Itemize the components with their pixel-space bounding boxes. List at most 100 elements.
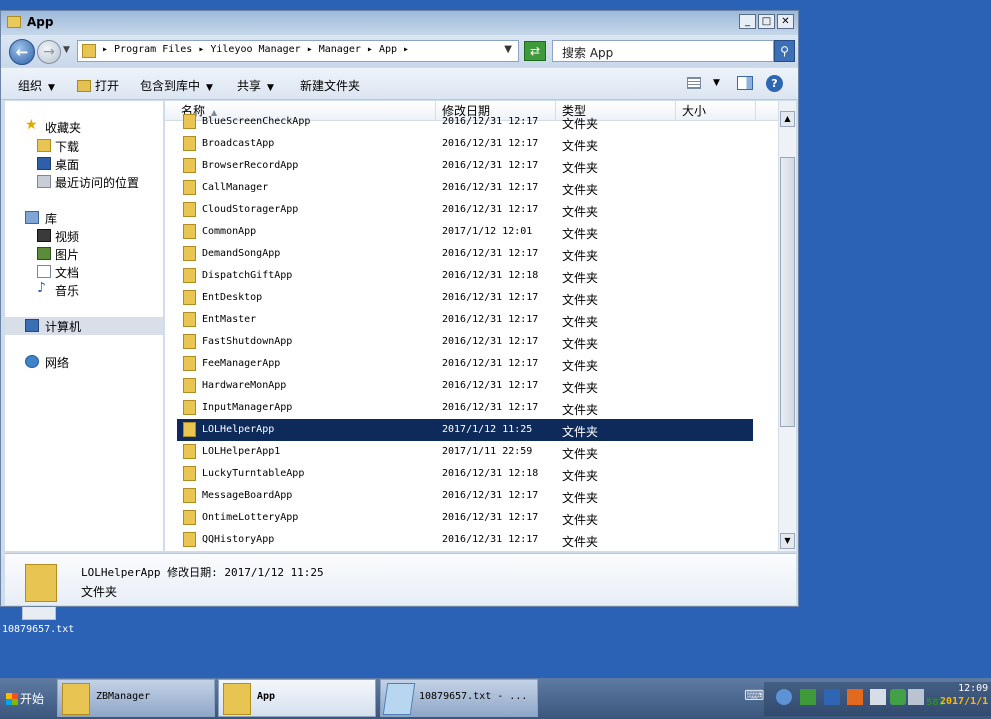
desktop-file-label[interactable]: 10879657.txt bbox=[2, 624, 74, 635]
navigation-bar: ← → ▼ ▸ Program Files ▸ Yileyoo Manager … bbox=[1, 35, 798, 67]
sidebar-item-network[interactable]: 网络 bbox=[5, 353, 163, 371]
taskbar-item-zbmanager[interactable]: ZBManager bbox=[57, 679, 215, 717]
vertical-scrollbar[interactable]: ▲ ▼ bbox=[778, 101, 796, 551]
sidebar-item-computer[interactable]: 计算机 bbox=[5, 317, 163, 335]
table-row[interactable]: OntimeLotteryApp 2016/12/31 12:17 文件夹 bbox=[177, 507, 753, 529]
new-folder-button[interactable]: 新建文件夹 bbox=[300, 77, 360, 94]
table-row[interactable]: DemandSongApp 2016/12/31 12:17 文件夹 bbox=[177, 243, 753, 265]
refresh-button[interactable]: ⇄ bbox=[524, 41, 546, 61]
text-file-icon[interactable] bbox=[22, 606, 56, 620]
view-options-icon[interactable] bbox=[687, 77, 701, 89]
table-row[interactable]: CloudStoragerApp 2016/12/31 12:17 文件夹 bbox=[177, 199, 753, 221]
history-dropdown-icon[interactable]: ▼ bbox=[63, 45, 70, 55]
system-clock[interactable]: 12:09 2017/1/1 bbox=[940, 682, 988, 708]
sidebar-item-libraries[interactable]: 库 bbox=[5, 209, 163, 227]
sidebar-item-pictures[interactable]: 图片 bbox=[5, 245, 163, 263]
command-bar: 组织 ▼ 打开 包含到库中 ▼ 共享 ▼ 新建文件夹 ▼ ? bbox=[1, 68, 798, 100]
explorer-window: App _ □ ✕ ← → ▼ ▸ Program Files ▸ Yileyo… bbox=[0, 10, 799, 607]
forward-button[interactable]: → bbox=[37, 40, 61, 64]
search-input[interactable]: 搜索 App bbox=[552, 40, 774, 62]
folder-icon bbox=[183, 378, 196, 393]
organize-button[interactable]: 组织 ▼ bbox=[18, 77, 55, 94]
network-tray-icon[interactable] bbox=[776, 689, 792, 705]
table-row[interactable]: LOLHelperApp1 2017/1/11 22:59 文件夹 bbox=[177, 441, 753, 463]
shield-tray-icon[interactable] bbox=[890, 689, 906, 705]
start-label: 开始 bbox=[20, 692, 45, 706]
table-row[interactable]: BlueScreenCheckApp 2016/12/31 12:17 文件夹 bbox=[177, 111, 753, 133]
chevron-down-icon: ▼ bbox=[267, 83, 274, 93]
keyboard-icon[interactable]: ⌨ bbox=[744, 688, 764, 704]
monitor-tray-icon[interactable] bbox=[824, 689, 840, 705]
scroll-thumb[interactable] bbox=[780, 157, 795, 427]
sidebar-item-music[interactable]: ♪ 音乐 bbox=[5, 280, 163, 299]
minimize-button[interactable]: _ bbox=[739, 14, 756, 29]
include-in-library-button[interactable]: 包含到库中 ▼ bbox=[140, 77, 213, 94]
sidebar-item-label: 下载 bbox=[55, 140, 80, 154]
taskbar-item-notepad[interactable]: 10879657.txt - ... bbox=[380, 679, 538, 717]
volume-tray-icon[interactable] bbox=[908, 689, 924, 705]
sync-tray-icon[interactable] bbox=[870, 689, 886, 705]
sidebar-item-label: 计算机 bbox=[45, 320, 82, 334]
file-type: 文件夹 bbox=[562, 117, 599, 131]
address-bar[interactable]: ▸ Program Files ▸ Yileyoo Manager ▸ Mana… bbox=[77, 40, 519, 62]
back-button[interactable]: ← bbox=[9, 39, 35, 65]
window-title: App bbox=[27, 15, 54, 29]
chevron-down-icon: ▼ bbox=[206, 83, 213, 93]
file-name: MessageBoardApp bbox=[202, 490, 293, 501]
file-date: 2016/12/31 12:17 bbox=[442, 402, 539, 413]
table-row[interactable]: QQHistoryApp 2016/12/31 12:17 文件夹 bbox=[177, 529, 753, 551]
sidebar-item-recent[interactable]: 最近访问的位置 bbox=[5, 173, 163, 191]
table-row[interactable]: InputManagerApp 2016/12/31 12:17 文件夹 bbox=[177, 397, 753, 419]
table-row[interactable]: LOLHelperApp 2017/1/12 11:25 文件夹 bbox=[177, 419, 753, 441]
folder-icon bbox=[183, 334, 196, 349]
sidebar-item-documents[interactable]: 文档 bbox=[5, 263, 163, 281]
sidebar-item-downloads[interactable]: 下载 bbox=[5, 137, 163, 155]
table-row[interactable]: BroadcastApp 2016/12/31 12:17 文件夹 bbox=[177, 133, 753, 155]
table-row[interactable]: CallManager 2016/12/31 12:17 文件夹 bbox=[177, 177, 753, 199]
star-icon: ★ bbox=[25, 117, 38, 133]
sidebar-item-videos[interactable]: 视频 bbox=[5, 227, 163, 245]
open-button[interactable]: 打开 bbox=[77, 77, 119, 94]
table-row[interactable]: DispatchGiftApp 2016/12/31 12:18 文件夹 bbox=[177, 265, 753, 287]
taskbar-item-app[interactable]: App bbox=[218, 679, 376, 717]
share-label: 共享 bbox=[237, 79, 262, 93]
search-icon[interactable]: ⚲ bbox=[774, 40, 795, 62]
table-row[interactable]: LuckyTurntableApp 2016/12/31 12:18 文件夹 bbox=[177, 463, 753, 485]
file-name: FastShutdownApp bbox=[202, 336, 293, 347]
table-row[interactable]: BrowserRecordApp 2016/12/31 12:17 文件夹 bbox=[177, 155, 753, 177]
file-name: LOLHelperApp1 bbox=[202, 446, 281, 457]
computer-icon bbox=[25, 319, 39, 332]
folder-icon bbox=[183, 246, 196, 261]
scroll-down-icon[interactable]: ▼ bbox=[780, 533, 795, 549]
chevron-down-icon[interactable]: ▼ bbox=[713, 78, 720, 88]
table-row[interactable]: HardwareMonApp 2016/12/31 12:17 文件夹 bbox=[177, 375, 753, 397]
scroll-up-icon[interactable]: ▲ bbox=[780, 111, 795, 127]
security-tray-icon[interactable] bbox=[800, 689, 816, 705]
table-row[interactable]: EntMaster 2016/12/31 12:17 文件夹 bbox=[177, 309, 753, 331]
breadcrumb[interactable]: ▸ Program Files ▸ Yileyoo Manager ▸ Mana… bbox=[102, 44, 409, 55]
folder-icon bbox=[183, 510, 196, 525]
navigation-pane: ★ 收藏夹 下载 桌面 最近访问的位置 库 视频 图片 文档 ♪ 音乐 计算机 网络 bbox=[5, 101, 163, 551]
sidebar-item-label: 收藏夹 bbox=[45, 121, 82, 135]
sidebar-item-favorites[interactable]: ★ 收藏夹 bbox=[5, 117, 163, 136]
table-row[interactable]: CommonApp 2017/1/12 12:01 文件夹 bbox=[177, 221, 753, 243]
sidebar-item-desktop[interactable]: 桌面 bbox=[5, 155, 163, 173]
table-row[interactable]: FeeManagerApp 2016/12/31 12:17 文件夹 bbox=[177, 353, 753, 375]
table-row[interactable]: EntDesktop 2016/12/31 12:17 文件夹 bbox=[177, 287, 753, 309]
title-bar[interactable]: App _ □ ✕ bbox=[1, 11, 798, 35]
start-button[interactable]: 开始 bbox=[2, 683, 54, 715]
file-type: 文件夹 bbox=[562, 161, 599, 175]
app-tray-icon[interactable] bbox=[847, 689, 863, 705]
share-button[interactable]: 共享 ▼ bbox=[237, 77, 274, 94]
table-row[interactable]: MessageBoardApp 2016/12/31 12:17 文件夹 bbox=[177, 485, 753, 507]
maximize-button[interactable]: □ bbox=[758, 14, 775, 29]
desktop-icon bbox=[37, 157, 51, 170]
file-type: 文件夹 bbox=[562, 469, 599, 483]
help-icon[interactable]: ? bbox=[766, 75, 783, 92]
close-button[interactable]: ✕ bbox=[777, 14, 794, 29]
file-type: 文件夹 bbox=[562, 183, 599, 197]
preview-pane-icon[interactable] bbox=[737, 76, 753, 90]
sidebar-item-label: 图片 bbox=[55, 248, 80, 262]
chevron-down-icon[interactable]: ▼ bbox=[504, 44, 512, 55]
table-row[interactable]: FastShutdownApp 2016/12/31 12:17 文件夹 bbox=[177, 331, 753, 353]
